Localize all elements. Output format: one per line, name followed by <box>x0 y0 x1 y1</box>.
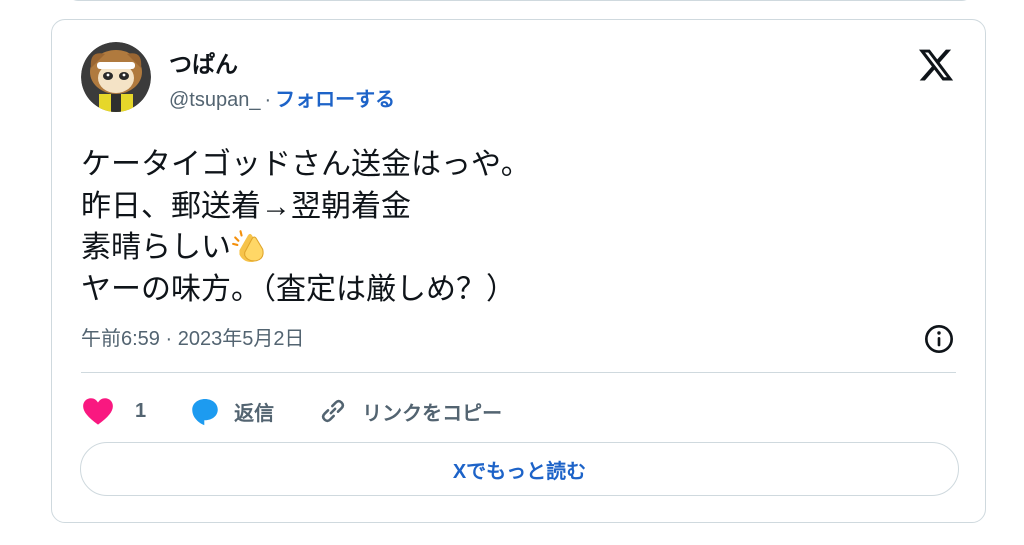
divider <box>81 372 956 373</box>
tweet-text-line-with-emoji: 素晴らしい <box>81 227 531 269</box>
copy-link-button[interactable]: リンクをコピー <box>316 394 502 428</box>
clapping-hands-icon <box>232 230 264 262</box>
tweet-text-segment: 素晴らしい <box>81 231 231 264</box>
info-icon[interactable] <box>923 323 955 355</box>
like-button[interactable]: 1 <box>81 394 146 428</box>
read-more-on-x-button[interactable]: Xでもっと読む <box>80 442 959 496</box>
avatar[interactable] <box>81 42 151 112</box>
embedded-tweet-card: つぱん @tsupan_ · フォローする ケータイゴッドさん送金はっや。 昨日、郵… <box>51 19 986 523</box>
tweet-text-line: ケータイゴッドさん送金はっや。 <box>81 148 531 181</box>
link-icon <box>321 399 345 423</box>
tweet-text-line: ヤーの味方。（査定は厳しめ？） <box>81 272 516 306</box>
author-display-name[interactable]: つぱん <box>169 50 238 78</box>
heart-icon <box>83 398 113 425</box>
copy-link-label: リンクをコピー <box>362 402 503 425</box>
reply-button[interactable]: 返信 <box>188 394 274 428</box>
tweet-timestamp[interactable]: 午前6:59 · 2023年5月2日 <box>81 325 304 353</box>
x-logo-icon[interactable] <box>917 46 955 84</box>
separator-dot: · <box>264 89 272 111</box>
author-handle[interactable]: @tsupan_ <box>169 89 260 111</box>
follow-button[interactable]: フォローする <box>275 89 395 111</box>
reply-label: 返信 <box>234 402 275 425</box>
tweet-actions: 1 返信 リンクをコピー <box>81 394 544 428</box>
reply-bubble-icon <box>192 398 218 426</box>
tweet-text: ケータイゴッドさん送金はっや。 昨日、郵送着→翌朝着金 素晴らしい ヤーの味方。… <box>81 144 531 310</box>
like-count: 1 <box>135 399 147 422</box>
avatar-illustration <box>81 42 151 112</box>
author-handle-row: @tsupan_ · フォローする <box>169 86 395 114</box>
previous-card-edge <box>67 0 973 1</box>
tweet-text-line: 昨日、郵送着→翌朝着金 <box>81 189 411 223</box>
